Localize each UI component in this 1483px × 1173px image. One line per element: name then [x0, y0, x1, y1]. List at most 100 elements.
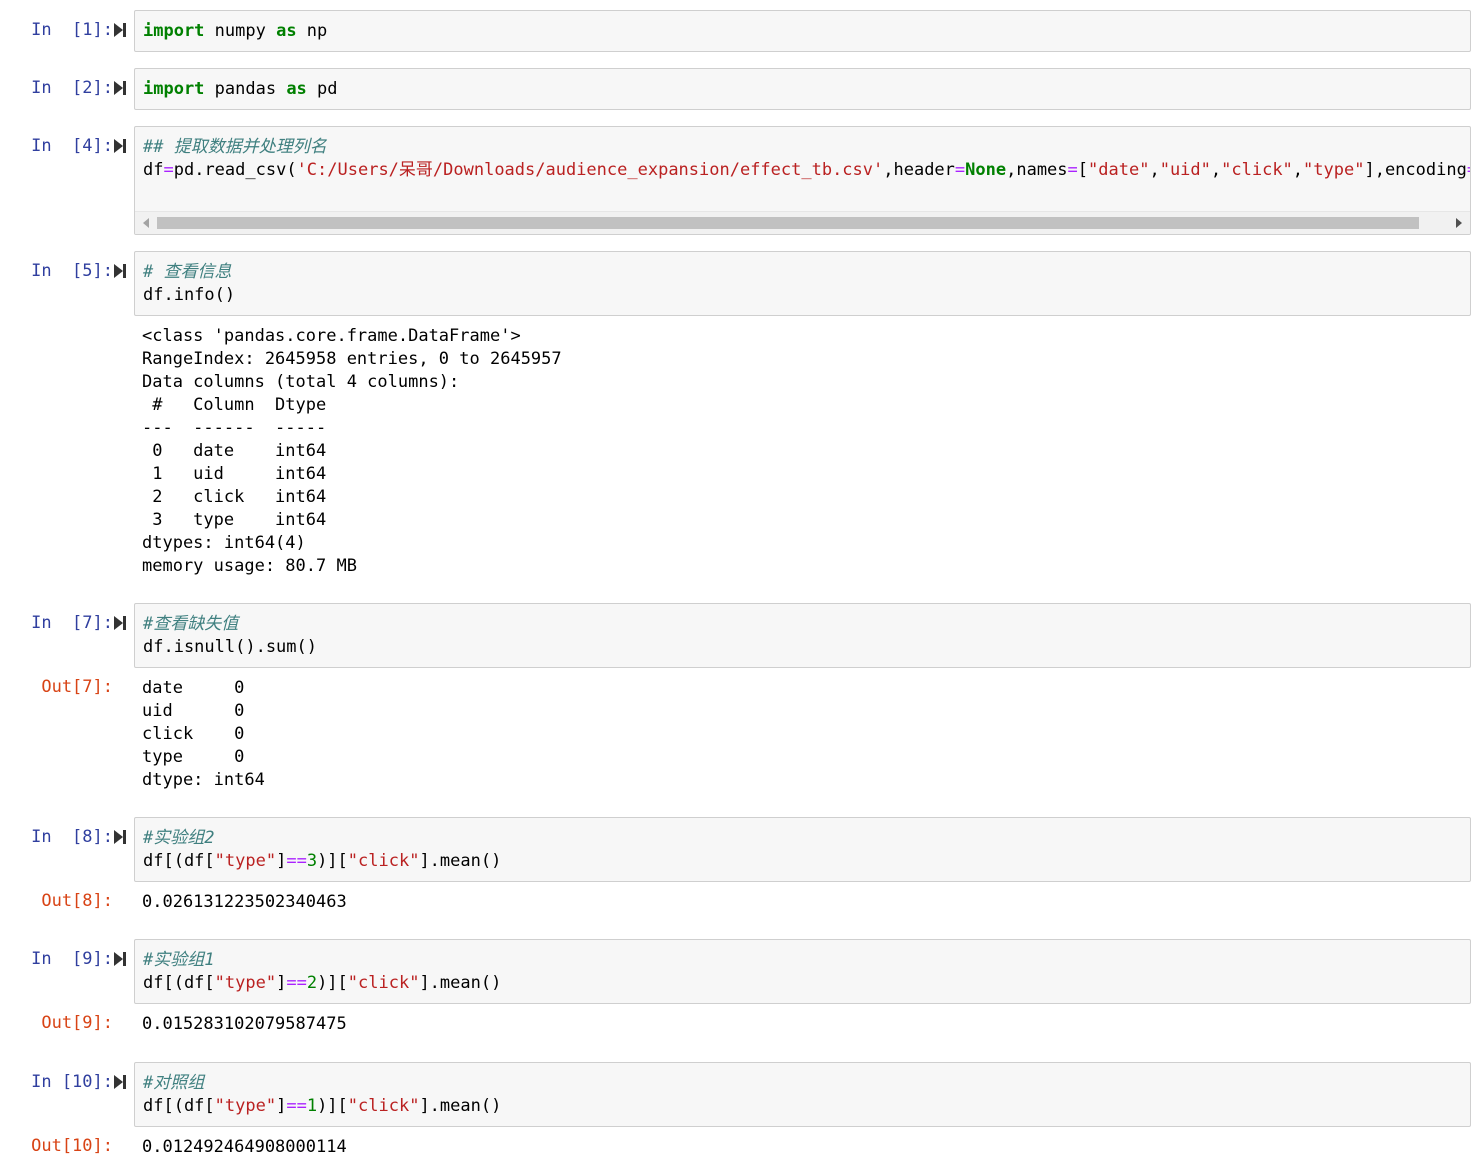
code-token: = [163, 160, 174, 180]
in-prompt: In [8]: [31, 827, 113, 847]
in-prompt: In [4]: [31, 136, 113, 156]
output-line: uid 0 [142, 701, 245, 721]
cell-output: <class 'pandas.core.frame.DataFrame'> Ran… [142, 325, 562, 578]
run-cell-icon[interactable] [113, 80, 127, 96]
code-token: df.info() [143, 285, 236, 305]
code-token: df[(df[ [143, 851, 215, 871]
in-prompt: In [10]: [31, 1072, 113, 1092]
code-token: ] [276, 1096, 287, 1116]
output-line: 0 date int64 [142, 441, 327, 461]
output-line: 1 uid int64 [142, 464, 327, 484]
code-token: ] [276, 851, 287, 871]
code-token: "type" [214, 1096, 277, 1116]
code-token: "type" [214, 973, 277, 993]
code-line: ## 提取数据并处理列名 [143, 136, 327, 159]
output-line: date 0 [142, 678, 245, 698]
code-token: import [143, 21, 205, 41]
scroll-left-arrow-icon[interactable] [143, 218, 149, 228]
output-line: RangeIndex: 2645958 entries, 0 to 264595… [142, 349, 562, 369]
horizontal-scrollbar[interactable] [135, 211, 1470, 234]
code-input[interactable]: #实验组2 df[(df["type"]==3)]["click"].mean(… [134, 817, 1471, 882]
run-cell-icon[interactable] [113, 1074, 127, 1090]
scrollbar-thumb[interactable] [157, 217, 1419, 229]
code-line: import pandas as pd [143, 78, 338, 101]
code-token: "type" [214, 851, 277, 871]
code-token: #实验组1 [143, 950, 215, 970]
code-token: = [1067, 160, 1078, 180]
code-line: #查看缺失值 [143, 613, 238, 636]
code-line: df[(df["type"]==3)]["click"].mean() [143, 850, 501, 873]
code-token: , [1210, 160, 1222, 180]
code-line: df[(df["type"]==2)]["click"].mean() [143, 972, 501, 995]
out-prompt: Out[10]: [31, 1136, 113, 1156]
code-token: = [954, 160, 966, 180]
code-input[interactable]: ## 提取数据并处理列名 df=pd.read_csv('C:/Users/呆哥… [134, 126, 1471, 235]
code-token: , [1149, 160, 1160, 180]
code-token: #对照组 [143, 1073, 205, 1093]
run-cell-icon[interactable] [113, 951, 127, 967]
code-input[interactable]: #对照组 df[(df["type"]==1)]["click"].mean() [134, 1062, 1471, 1127]
cell-output: 0.026131223502340463 [142, 891, 347, 914]
code-token: )][ [317, 1096, 348, 1116]
run-cell-icon[interactable] [113, 138, 127, 154]
code-token: [ [1077, 160, 1089, 180]
code-token: import [143, 79, 205, 99]
run-cell-icon[interactable] [113, 22, 127, 38]
code-token: None [965, 160, 1007, 180]
cell-output: 0.015283102079587475 [142, 1013, 347, 1036]
in-prompt: In [9]: [31, 949, 113, 969]
code-token: df [143, 160, 164, 180]
code-input[interactable]: #查看缺失值 df.isnull().sum() [134, 603, 1471, 668]
code-token: "click" [347, 973, 420, 993]
code-token: #查看缺失值 [143, 614, 239, 634]
run-cell-icon[interactable] [113, 615, 127, 631]
code-input[interactable]: #实验组1 df[(df["type"]==2)]["click"].mean(… [134, 939, 1471, 1004]
output-line: --- ------ ----- [142, 418, 327, 438]
code-token: pd [306, 79, 338, 99]
code-token: , [1292, 160, 1304, 180]
output-line: 0.012492464908000114 [142, 1137, 347, 1157]
in-prompt: In [7]: [31, 613, 113, 633]
code-line: df.isnull().sum() [143, 636, 317, 659]
run-cell-icon[interactable] [113, 263, 127, 279]
code-line: df.info() [143, 284, 235, 307]
code-token: # 查看信息 [143, 262, 232, 282]
output-line: click 0 [142, 724, 245, 744]
code-token: as [276, 21, 297, 41]
code-token: ].mean() [419, 1096, 502, 1116]
code-input[interactable]: # 查看信息 df.info() [134, 251, 1471, 316]
code-token: pandas [204, 79, 287, 99]
code-token: "uid" [1159, 160, 1211, 180]
code-token: ,names [1006, 160, 1068, 180]
code-token: numpy [204, 21, 277, 41]
code-token: == [286, 851, 307, 871]
scroll-right-arrow-icon[interactable] [1456, 218, 1462, 228]
code-token: )][ [317, 851, 348, 871]
code-token: 3 [306, 851, 318, 871]
cell-output: 0.012492464908000114 [142, 1136, 347, 1159]
code-token: ].mean() [419, 851, 502, 871]
code-token: "date" [1088, 160, 1150, 180]
code-token: "click" [347, 851, 420, 871]
code-token: 1 [306, 1096, 318, 1116]
output-line: 0.026131223502340463 [142, 892, 347, 912]
code-token: ] [276, 973, 287, 993]
output-line: Data columns (total 4 columns): [142, 372, 460, 392]
code-token: ## 提取数据并处理列名 [143, 137, 327, 157]
out-prompt: Out[8]: [41, 891, 113, 911]
code-token: pd.read_csv( [173, 160, 297, 180]
code-token: ,header [883, 160, 955, 180]
code-token: #实验组2 [143, 828, 215, 848]
code-token: ],encoding [1364, 160, 1467, 180]
code-token: ].mean() [419, 973, 502, 993]
cell-output: date 0 uid 0 click 0 type 0 dtype: int64 [142, 677, 265, 792]
code-line: #实验组2 [143, 827, 214, 850]
code-token: df[(df[ [143, 1096, 215, 1116]
code-input[interactable]: import pandas as pd [134, 68, 1471, 110]
code-input[interactable]: import numpy as np [134, 10, 1471, 52]
output-line: dtype: int64 [142, 770, 265, 790]
out-prompt: Out[7]: [41, 677, 113, 697]
code-line: #实验组1 [143, 949, 214, 972]
run-cell-icon[interactable] [113, 829, 127, 845]
output-line: type 0 [142, 747, 245, 767]
